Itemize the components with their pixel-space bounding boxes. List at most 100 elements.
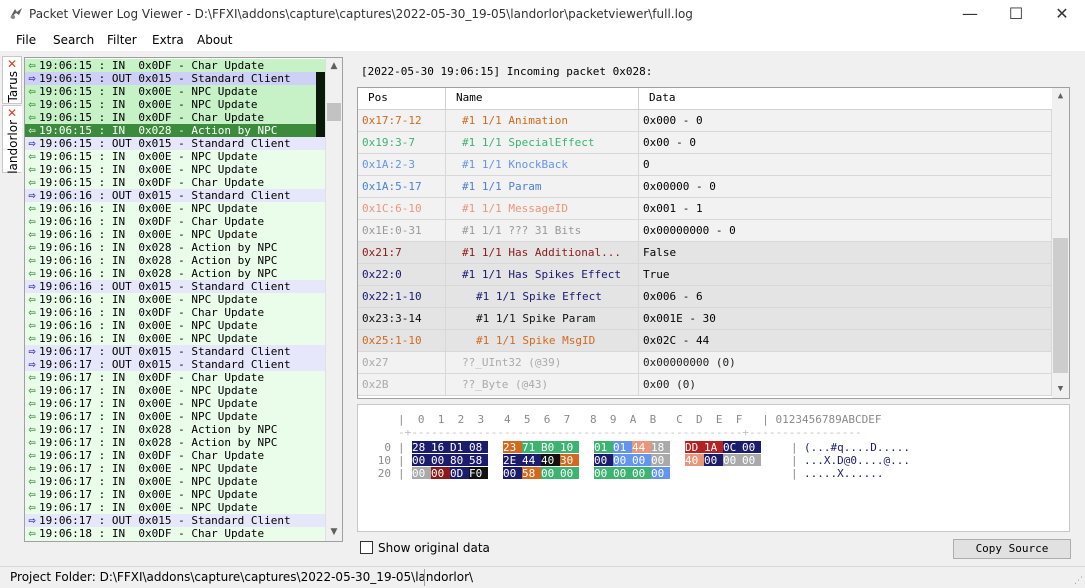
grid-row[interactable]: 0x1A:5-17 #1 1/1 Param 0x00000 - 0 <box>358 176 1052 198</box>
grid-row[interactable]: 0x22:1-10 #1 1/1 Spike Effect 0x006 - 6 <box>358 286 1052 308</box>
incoming-arrow-icon: ⇦ <box>28 396 36 410</box>
packet-row[interactable]: ⇦ 19:06:17 : IN 0x00E - NPC Update <box>25 397 325 410</box>
grid-cell-name: #1 1/1 MessageID <box>446 198 639 220</box>
grid-row[interactable]: 0x1E:0-31 #1 1/1 ??? 31 Bits 0x00000000 - … <box>358 220 1052 242</box>
packet-row[interactable]: ⇦ 19:06:18 : IN 0x0DF - Char Update <box>25 527 325 540</box>
menu-about[interactable]: About <box>197 33 232 47</box>
packet-row[interactable]: ⇦ 19:06:16 : IN 0x00E - NPC Update <box>25 293 325 306</box>
packet-row[interactable]: ⇦ 19:06:17 : IN 0x00E - NPC Update <box>25 462 325 475</box>
field-grid[interactable]: Pos Name Data 0x17:7-12 #1 1/1 Animation 0… <box>357 87 1070 399</box>
grid-row[interactable]: 0x23:3-14 #1 1/1 Spike Param 0x001E - 30 <box>358 308 1052 330</box>
checkbox-box[interactable] <box>360 541 373 554</box>
packet-row[interactable]: ⇨ 19:06:17 : OUT 0x015 - Standard Client <box>25 358 325 371</box>
packet-list[interactable]: ⇦ 19:06:15 : IN 0x0DF - Char Update ⇨ 19:06… <box>24 57 343 542</box>
grid-row[interactable]: 0x1A:2-3 #1 1/1 KnockBack 0 <box>358 154 1052 176</box>
hex-ascii: (...#q....D..... <box>804 441 910 454</box>
tab-landorlor[interactable]: ✕ landorlor <box>2 105 22 174</box>
packet-row[interactable]: ⇦ 19:06:17 : IN 0x00E - NPC Update <box>25 475 325 488</box>
grid-row[interactable]: 0x17:7-12 #1 1/1 Animation 0x000 - 0 <box>358 110 1052 132</box>
packet-row[interactable]: ⇨ 19:06:17 : OUT 0x015 - Standard Client <box>25 514 325 527</box>
packet-row[interactable]: ⇦ 19:06:15 : IN 0x0DF - Char Update <box>25 111 325 124</box>
minimize-button[interactable]: — <box>947 0 993 30</box>
resize-grip-icon[interactable]: ⋰ <box>1074 576 1083 586</box>
grid-cell-name: #1 1/1 ??? 31 Bits <box>446 220 639 242</box>
header-data[interactable]: Data <box>639 88 1052 110</box>
packet-row[interactable]: ⇦ 19:06:17 : IN 0x00E - NPC Update <box>25 410 325 423</box>
header-name[interactable]: Name <box>446 88 639 110</box>
grid-row[interactable]: 0x21:7 #1 1/1 Has Additional... False <box>358 242 1052 264</box>
packet-row[interactable]: ⇦19:06:18 : IN 0x00E - NPC Update <box>25 540 325 541</box>
maximize-button[interactable]: ☐ <box>993 0 1039 30</box>
packet-row[interactable]: ⇦ 19:06:17 : IN 0x00E - NPC Update <box>25 501 325 514</box>
packet-row[interactable]: ⇦ 19:06:17 : IN 0x0DF - Char Update <box>25 449 325 462</box>
grid-row[interactable]: 0x25:1-10 #1 1/1 Spike MsgID 0x02C - 44 <box>358 330 1052 352</box>
tab-tarus[interactable]: ✕ Tarus <box>2 56 22 104</box>
packet-list-scrollbar[interactable]: ▲ ▼ <box>325 58 342 541</box>
scroll-thumb[interactable] <box>327 103 341 121</box>
hex-byte: 18 <box>651 441 670 454</box>
scroll-up-icon[interactable]: ▲ <box>1052 88 1069 105</box>
grid-cell-name: #1 1/1 KnockBack <box>446 154 639 176</box>
packet-row[interactable]: ⇦ 19:06:15 : IN 0x00E - NPC Update <box>25 98 325 111</box>
packet-row[interactable]: ⇦ 19:06:16 : IN 0x028 - Action by NPC <box>25 254 325 267</box>
packet-row[interactable]: ⇦ 19:06:16 : IN 0x028 - Action by NPC <box>25 267 325 280</box>
packet-row[interactable]: ⇦ 19:06:16 : IN 0x0DF - Char Update <box>25 306 325 319</box>
grid-row[interactable]: 0x19:3-7 #1 1/1 SpecialEffect 0x00 - 0 <box>358 132 1052 154</box>
packet-row[interactable]: ⇦ 19:06:17 : IN 0x00E - NPC Update <box>25 384 325 397</box>
packet-row[interactable]: ⇦ 19:06:15 : IN 0x0DF - Char Update <box>25 59 325 72</box>
hex-offset: 20 <box>377 467 391 480</box>
scroll-thumb[interactable] <box>1053 238 1068 373</box>
menu-extra[interactable]: Extra <box>152 33 184 47</box>
packet-row[interactable]: ⇦ 19:06:17 : IN 0x028 - Action by NPC <box>25 436 325 449</box>
packet-row[interactable]: ⇨ 19:06:15 : OUT 0x015 - Standard Client <box>25 72 325 85</box>
packet-row[interactable]: ⇨ 19:06:15 : OUT 0x015 - Standard Client <box>25 137 325 150</box>
packet-row-label: 19:06:17 : OUT 0x015 - Standard Client <box>39 358 291 371</box>
outgoing-arrow-icon: ⇨ <box>28 357 36 371</box>
grid-row[interactable]: 0x2B ??_Byte (@43) 0x00 (0) <box>358 374 1052 396</box>
packet-row[interactable]: ⇦ 19:06:16 : IN 0x00E - NPC Update <box>25 228 325 241</box>
grid-cell-pos: 0x19:3-7 <box>358 132 446 154</box>
packet-row[interactable]: ⇦ 19:06:16 : IN 0x00E - NPC Update <box>25 202 325 215</box>
menu-file[interactable]: File <box>16 33 36 47</box>
copy-source-button[interactable]: Copy Source <box>953 539 1071 559</box>
grid-cell-name: ??_UInt32 (@39) <box>446 352 639 374</box>
show-original-checkbox[interactable]: Show original data <box>360 541 490 555</box>
packet-row[interactable]: ⇦ 19:06:15 : IN 0x0DF - Char Update <box>25 176 325 189</box>
packet-row[interactable]: ⇦ 19:06:17 : IN 0x0DF - Char Update <box>25 371 325 384</box>
packet-row[interactable]: ⇦ 19:06:15 : IN 0x028 - Action by NPC <box>25 124 325 137</box>
close-tab-icon[interactable]: ✕ <box>7 58 17 70</box>
grid-header: Pos Name Data <box>358 88 1052 110</box>
packet-row[interactable]: ⇨ 19:06:16 : OUT 0x015 - Standard Client <box>25 189 325 202</box>
packet-row[interactable]: ⇦ 19:06:17 : IN 0x00E - NPC Update <box>25 488 325 501</box>
menu-search[interactable]: Search <box>53 33 94 47</box>
grid-row[interactable]: 0x1C:6-10 #1 1/1 MessageID 0x001 - 1 <box>358 198 1052 220</box>
packet-row[interactable]: ⇦ 19:06:16 : IN 0x00E - NPC Update <box>25 319 325 332</box>
menu-filter[interactable]: Filter <box>107 33 137 47</box>
scroll-down-icon[interactable]: ▼ <box>326 524 342 541</box>
header-pos[interactable]: Pos <box>358 88 446 110</box>
packet-row[interactable]: ⇦ 19:06:17 : IN 0x028 - Action by NPC <box>25 423 325 436</box>
packet-row[interactable]: ⇦ 19:06:15 : IN 0x00E - NPC Update <box>25 85 325 98</box>
close-button[interactable]: ✕ <box>1039 0 1085 30</box>
incoming-arrow-icon: ⇦ <box>28 149 36 163</box>
packet-row-label: 19:06:16 : IN 0x00E - NPC Update <box>39 202 258 215</box>
packet-row[interactable]: ⇦ 19:06:16 : IN 0x0DF - Char Update <box>25 215 325 228</box>
packet-row-label: 19:06:18 : IN 0x00E - NPC Update <box>39 540 258 541</box>
close-tab-icon[interactable]: ✕ <box>7 107 17 119</box>
grid-row[interactable]: 0x27 ??_UInt32 (@39) 0x00000000 (0) <box>358 352 1052 374</box>
grid-scrollbar[interactable]: ▲ ▼ <box>1052 88 1069 398</box>
packet-row[interactable]: ⇨ 19:06:16 : OUT 0x015 - Standard Client <box>25 280 325 293</box>
hex-byte: 00 <box>651 454 670 467</box>
scroll-up-icon[interactable]: ▲ <box>326 58 342 75</box>
hex-byte: 44 <box>632 441 651 454</box>
packet-row[interactable]: ⇦ 19:06:15 : IN 0x00E - NPC Update <box>25 163 325 176</box>
packet-row[interactable]: ⇦ 19:06:16 : IN 0x028 - Action by NPC <box>25 241 325 254</box>
packet-row[interactable]: ⇦ 19:06:15 : IN 0x00E - NPC Update <box>25 150 325 163</box>
packet-row-label: 19:06:15 : IN 0x0DF - Char Update <box>39 176 265 189</box>
scroll-down-icon[interactable]: ▼ <box>1052 381 1069 398</box>
packet-row[interactable]: ⇦ 19:06:16 : IN 0x00E - NPC Update <box>25 332 325 345</box>
packet-row-label: 19:06:16 : IN 0x00E - NPC Update <box>39 319 258 332</box>
hex-byte: 40 <box>685 454 704 467</box>
grid-row[interactable]: 0x22:0 #1 1/1 Has Spikes Effect True <box>358 264 1052 286</box>
packet-row[interactable]: ⇨ 19:06:17 : OUT 0x015 - Standard Client <box>25 345 325 358</box>
